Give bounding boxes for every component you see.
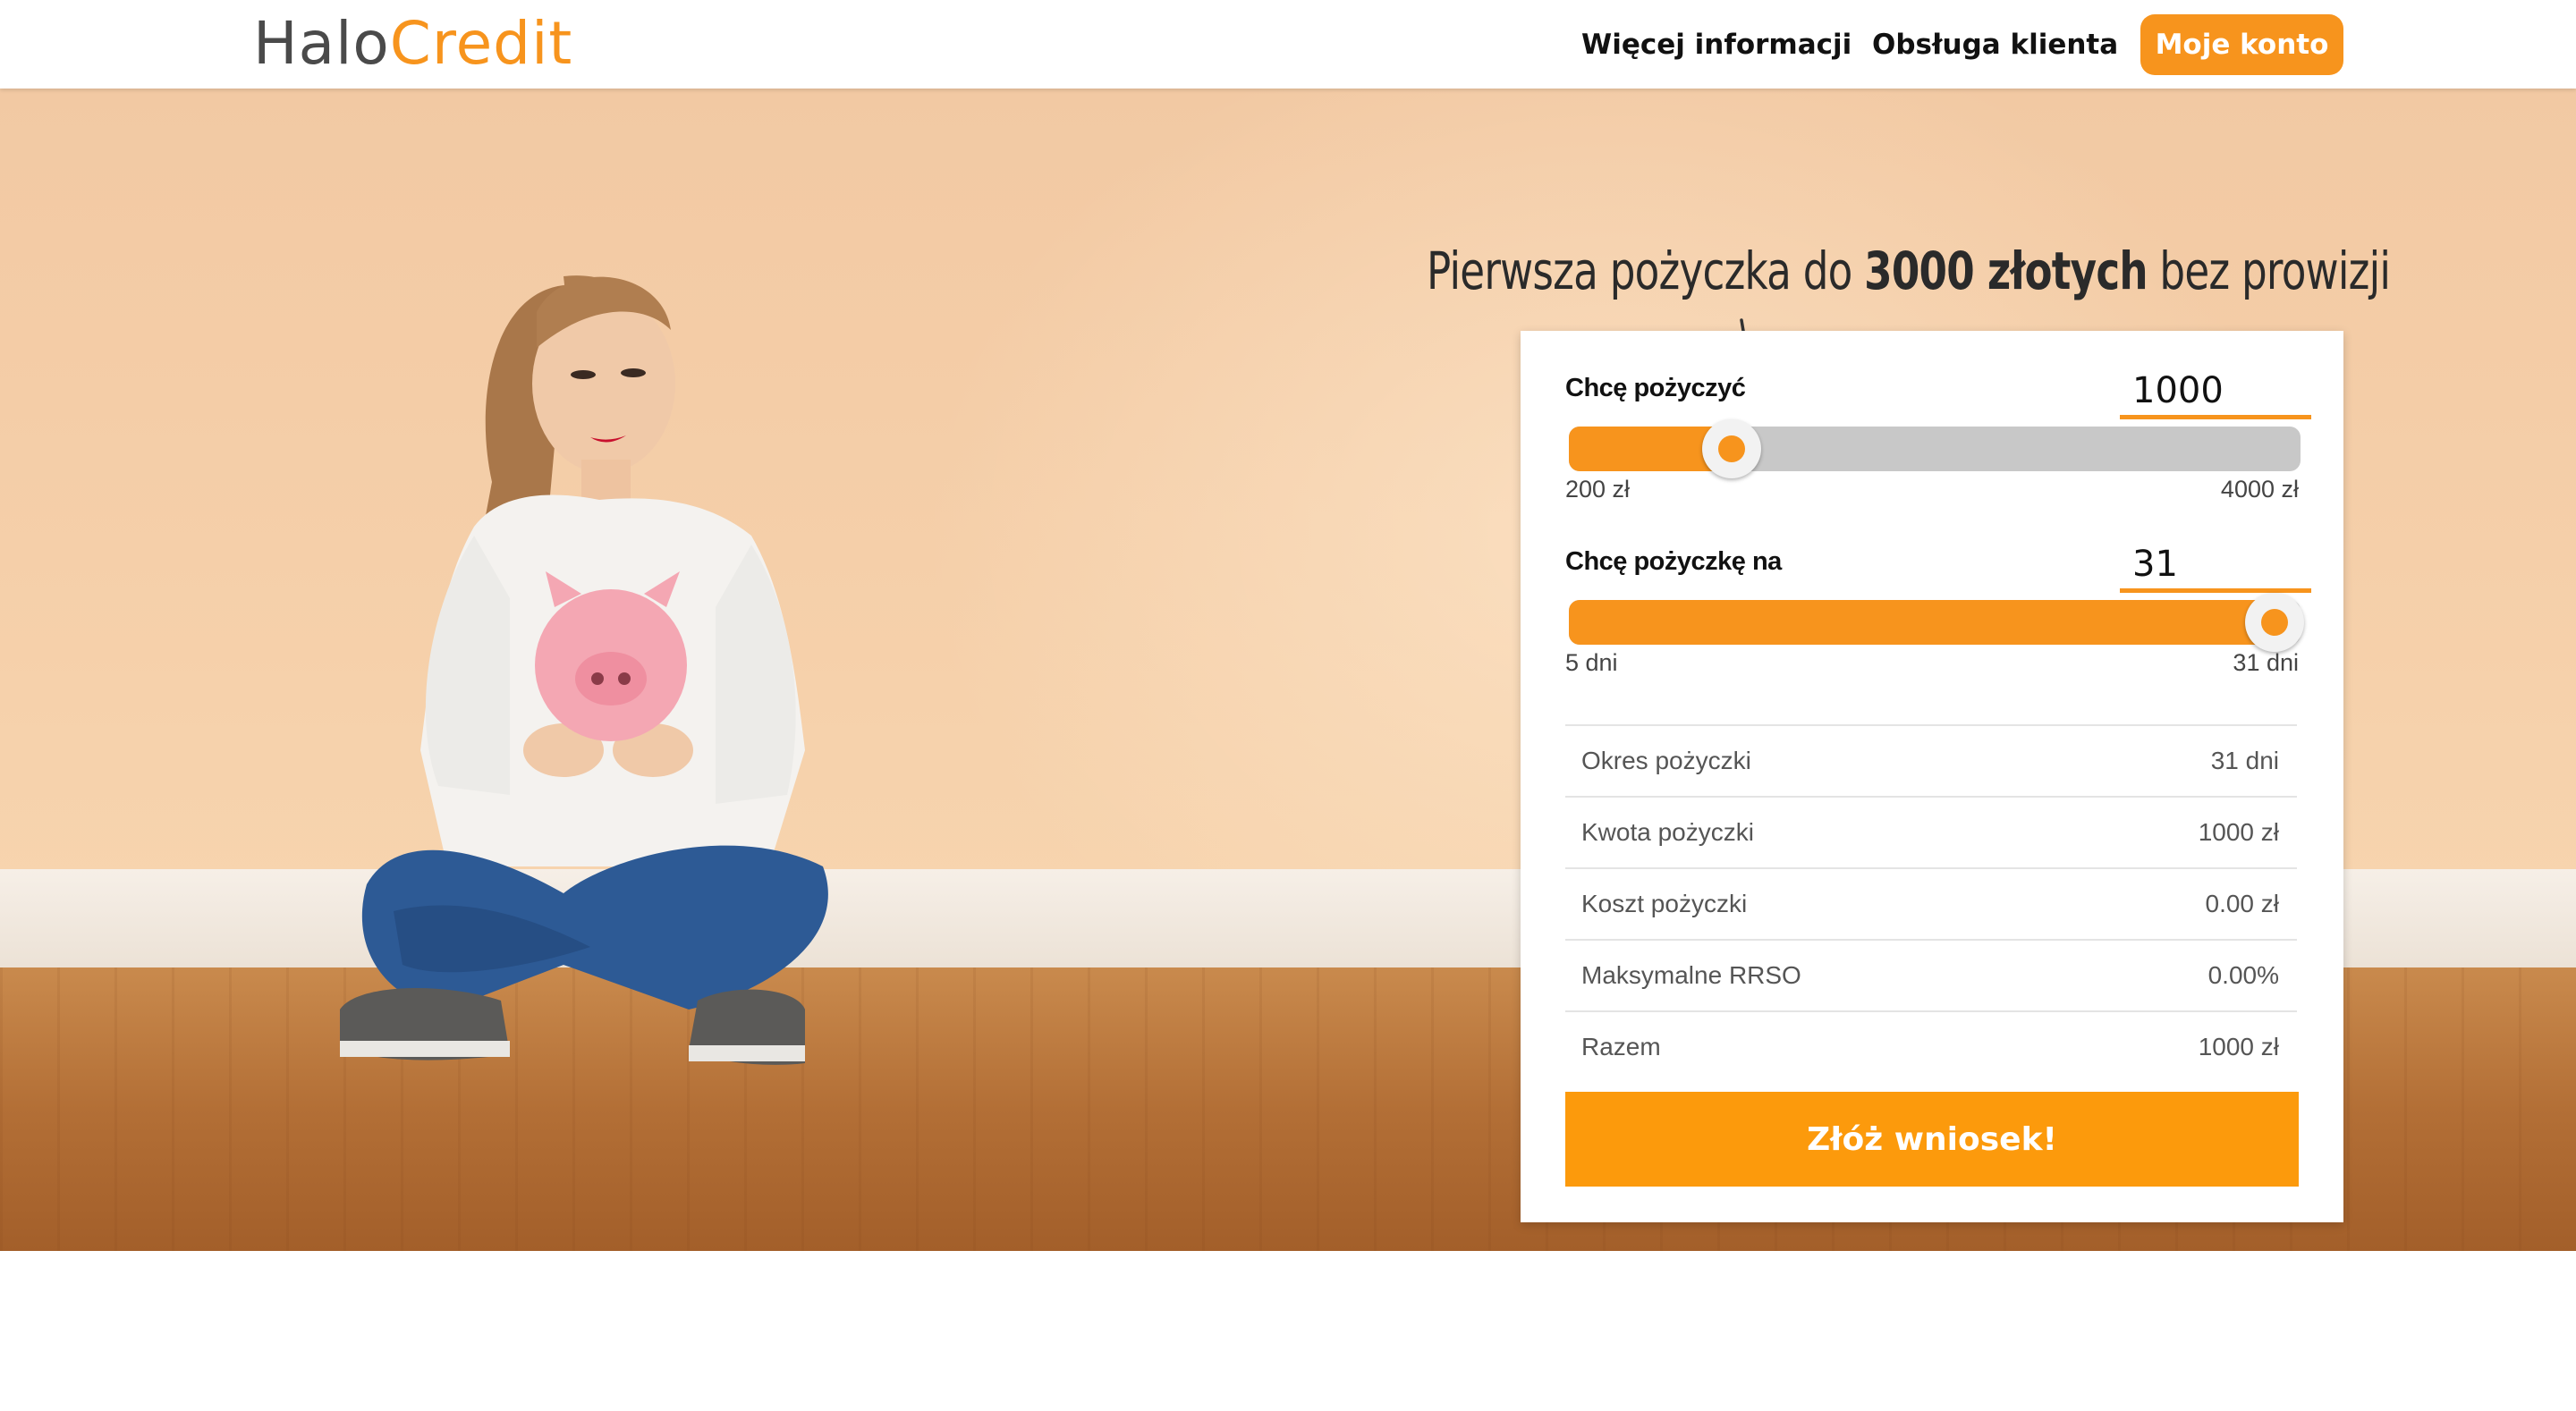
- nav-link-customer-service[interactable]: Obsługa klienta: [1872, 23, 2118, 66]
- halocredit-logo[interactable]: HaloCredit: [253, 5, 572, 82]
- loan-summary-table: Okres pożyczki 31 dni Kwota pożyczki 100…: [1565, 724, 2297, 1082]
- summary-label: Razem: [1565, 1012, 2086, 1082]
- loan-period-min-label: 5 dni: [1565, 649, 1618, 676]
- summary-label: Okres pożyczki: [1565, 726, 2086, 796]
- top-navbar: HaloCredit Więcej informacji Obsługa kli…: [0, 0, 2576, 89]
- summary-row: Okres pożyczki 31 dni: [1565, 724, 2297, 796]
- loan-period-max-label: 31 dni: [2233, 649, 2299, 676]
- summary-row: Razem 1000 zł: [1565, 1010, 2297, 1082]
- summary-label: Koszt pożyczki: [1565, 869, 2086, 939]
- hero-headline: Pierwsza pożyczka do 3000 złotych bez pr…: [1427, 241, 2391, 301]
- loan-amount-min-label: 200 zł: [1565, 476, 1631, 503]
- loan-period-label: Chcę pożyczkę na: [1565, 547, 1782, 576]
- headline-text-end: bez prowizji: [2147, 241, 2391, 301]
- summary-value: 0.00%: [2207, 961, 2279, 989]
- loan-period-input[interactable]: [2120, 540, 2311, 593]
- logo-text-credit: Credit: [389, 9, 573, 78]
- loan-amount-input[interactable]: [2120, 367, 2311, 419]
- loan-calculator-card: Chcę pożyczyć 200 zł 4000 zł Chcę pożycz…: [1521, 331, 2343, 1222]
- loan-period-slider[interactable]: [1569, 593, 2304, 652]
- headline-text-amount: 3000 złotych: [1864, 241, 2148, 301]
- summary-value: 0.00 zł: [2205, 890, 2280, 917]
- summary-value: 31 dni: [2210, 747, 2279, 774]
- summary-label: Kwota pożyczki: [1565, 798, 2086, 867]
- submit-application-button[interactable]: Złóż wniosek!: [1565, 1092, 2299, 1187]
- loan-amount-slider-handle[interactable]: [1702, 419, 1762, 478]
- nav-link-more-info[interactable]: Więcej informacji: [1581, 23, 1852, 66]
- logo-text-halo: Halo: [253, 9, 390, 78]
- summary-value: 1000 zł: [2198, 1033, 2279, 1060]
- woman-with-piggy-bank-image: [340, 275, 828, 1065]
- headline-text-start: Pierwsza pożyczka do: [1427, 241, 1865, 301]
- summary-row: Maksymalne RRSO 0.00%: [1565, 939, 2297, 1010]
- loan-amount-label: Chcę pożyczyć: [1565, 374, 1746, 402]
- loan-amount-slider[interactable]: [1569, 419, 2301, 478]
- loan-amount-max-label: 4000 zł: [2220, 476, 2299, 503]
- summary-row: Koszt pożyczki 0.00 zł: [1565, 867, 2297, 939]
- my-account-button[interactable]: Moje konto: [2140, 14, 2343, 75]
- summary-label: Maksymalne RRSO: [1565, 941, 2086, 1010]
- summary-value: 1000 zł: [2198, 818, 2279, 846]
- loan-period-slider-handle[interactable]: [2245, 593, 2304, 652]
- loan-period-slider-fill: [1569, 600, 2285, 645]
- summary-row: Kwota pożyczki 1000 zł: [1565, 796, 2297, 867]
